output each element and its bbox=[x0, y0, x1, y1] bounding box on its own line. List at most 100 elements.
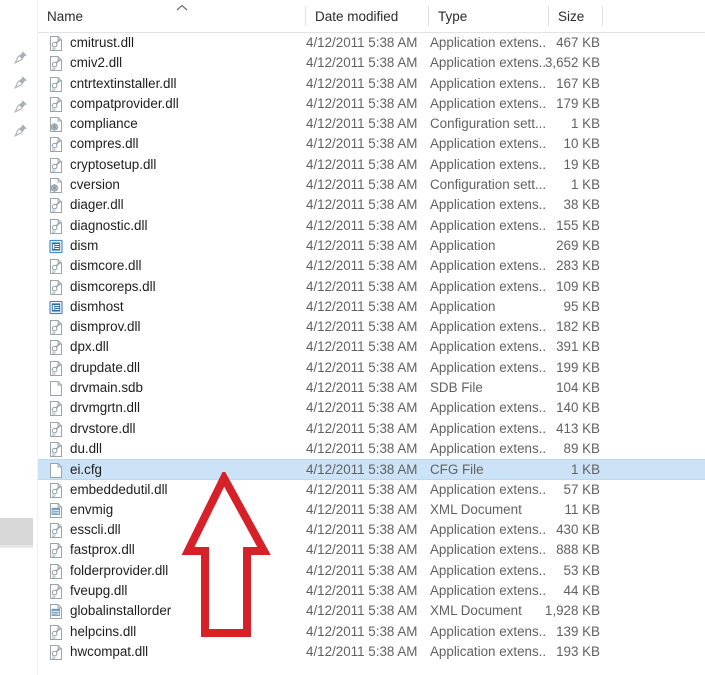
column-header-size[interactable]: Size bbox=[549, 0, 602, 32]
scrollbar-thumb[interactable] bbox=[0, 518, 33, 548]
file-size-cell: 182 KB bbox=[556, 319, 600, 335]
file-name-cell: du.dll bbox=[70, 440, 103, 456]
file-date-modified-cell: 4/12/2011 5:38 AM bbox=[306, 359, 418, 375]
file-row[interactable]: compliance 4/12/2011 5:38 AM Configuration… bbox=[38, 114, 705, 134]
file-row[interactable]: fveupg.dll 4/12/2011 5:38 AM Application e… bbox=[38, 581, 705, 601]
file-row[interactable]: envmig 4/12/2011 5:38 AM XML Document 11 KB bbox=[38, 500, 705, 520]
file-size-cell: 283 KB bbox=[556, 258, 600, 274]
dll-icon bbox=[49, 137, 63, 153]
file-row[interactable]: cversion 4/12/2011 5:38 AM Configuration s… bbox=[38, 175, 705, 195]
column-header-type[interactable]: Type bbox=[429, 0, 548, 32]
file-name-cell: dismcoreps.dll bbox=[70, 278, 156, 294]
file-date-modified-cell: 4/12/2011 5:38 AM bbox=[306, 380, 418, 396]
file-size-cell: 44 KB bbox=[563, 583, 600, 599]
file-row[interactable]: cmitrust.dll 4/12/2011 5:38 AM Application… bbox=[38, 33, 705, 53]
file-size-cell: 38 KB bbox=[563, 197, 600, 213]
file-size-cell: 193 KB bbox=[556, 643, 600, 659]
file-size-cell: 104 KB bbox=[556, 380, 600, 396]
sort-ascending-arrow-icon bbox=[176, 4, 188, 12]
file-name-cell: cntrtextinstaller.dll bbox=[70, 75, 177, 91]
file-row[interactable]: folderprovider.dll 4/12/2011 5:38 AM Appli… bbox=[38, 561, 705, 581]
file-name-cell: dismhost bbox=[70, 298, 124, 314]
column-header-name[interactable]: Name bbox=[38, 0, 305, 32]
pin-icon[interactable] bbox=[14, 50, 28, 64]
file-row[interactable]: dismprov.dll 4/12/2011 5:38 AM Application… bbox=[38, 317, 705, 337]
file-date-modified-cell: 4/12/2011 5:38 AM bbox=[306, 136, 418, 152]
file-size-cell: 19 KB bbox=[563, 156, 600, 172]
column-header-name-label: Name bbox=[47, 9, 84, 24]
file-date-modified-cell: 4/12/2011 5:38 AM bbox=[306, 501, 418, 517]
file-type-cell: Application extens... bbox=[430, 420, 546, 436]
file-row[interactable]: hwcompat.dll 4/12/2011 5:38 AM Application… bbox=[38, 642, 705, 662]
file-date-modified-cell: 4/12/2011 5:38 AM bbox=[306, 462, 418, 478]
file-row[interactable]: drvmain.sdb 4/12/2011 5:38 AM SDB File 104 … bbox=[38, 378, 705, 398]
file-type-cell: Application extens... bbox=[430, 522, 546, 538]
dll-icon bbox=[49, 644, 63, 660]
file-name-cell: diager.dll bbox=[70, 197, 124, 213]
file-row[interactable]: fastprox.dll 4/12/2011 5:38 AM Application… bbox=[38, 540, 705, 560]
file-row[interactable]: du.dll 4/12/2011 5:38 AM Application exten… bbox=[38, 439, 705, 459]
file-size-cell: 1 KB bbox=[570, 462, 600, 478]
file-type-cell: Application extens... bbox=[430, 643, 546, 659]
file-name-cell: dismprov.dll bbox=[70, 319, 141, 335]
file-type-cell: Application extens... bbox=[430, 542, 546, 558]
file-row[interactable]: helpcins.dll 4/12/2011 5:38 AM Application… bbox=[38, 622, 705, 642]
pin-icon[interactable] bbox=[14, 123, 28, 137]
column-divider[interactable] bbox=[602, 6, 603, 26]
file-date-modified-cell: 4/12/2011 5:38 AM bbox=[306, 55, 418, 71]
file-name-cell: embeddedutil.dll bbox=[70, 481, 168, 497]
pin-icon[interactable] bbox=[14, 99, 28, 113]
file-row[interactable]: esscli.dll 4/12/2011 5:38 AM Application e… bbox=[38, 520, 705, 540]
file-row[interactable]: cntrtextinstaller.dll 4/12/2011 5:38 AM Ap… bbox=[38, 74, 705, 94]
file-type-cell: XML Document bbox=[430, 603, 522, 619]
file-size-cell: 269 KB bbox=[556, 237, 600, 253]
file-row[interactable]: drupdate.dll 4/12/2011 5:38 AM Application… bbox=[38, 358, 705, 378]
file-row[interactable]: embeddedutil.dll 4/12/2011 5:38 AM Applica… bbox=[38, 480, 705, 500]
file-type-cell: Application extens... bbox=[430, 217, 546, 233]
dll-icon bbox=[49, 441, 63, 457]
file-list-pane: Name Date modified Type Size cmitrust.dl… bbox=[38, 0, 705, 675]
file-name-cell: cversion bbox=[70, 177, 120, 193]
file-row[interactable]: drvmgrtn.dll 4/12/2011 5:38 AM Application… bbox=[38, 398, 705, 418]
dll-icon bbox=[49, 76, 63, 92]
file-name-cell: drvmgrtn.dll bbox=[70, 400, 140, 416]
file-row-selected[interactable]: ei.cfg 4/12/2011 5:38 AM CFG File 1 KB bbox=[38, 459, 705, 480]
file-type-cell: Application extens... bbox=[430, 623, 546, 639]
file-date-modified-cell: 4/12/2011 5:38 AM bbox=[306, 116, 418, 132]
dll-icon bbox=[49, 543, 63, 559]
file-name-cell: diagnostic.dll bbox=[70, 217, 148, 233]
file-row[interactable]: compres.dll 4/12/2011 5:38 AM Application … bbox=[38, 134, 705, 154]
dll-icon bbox=[49, 56, 63, 72]
file-type-cell: Application extens... bbox=[430, 400, 546, 416]
file-type-cell: Application extens... bbox=[430, 339, 546, 355]
file-row[interactable]: drvstore.dll 4/12/2011 5:38 AM Application… bbox=[38, 419, 705, 439]
file-row[interactable]: diagnostic.dll 4/12/2011 5:38 AM Applicati… bbox=[38, 216, 705, 236]
column-header-date-modified[interactable]: Date modified bbox=[306, 0, 428, 32]
file-row[interactable]: dism 4/12/2011 5:38 AM Application 269 KB bbox=[38, 236, 705, 256]
config-icon bbox=[49, 178, 63, 194]
file-row[interactable]: diager.dll 4/12/2011 5:38 AM Application e… bbox=[38, 195, 705, 215]
file-date-modified-cell: 4/12/2011 5:38 AM bbox=[306, 643, 418, 659]
file-row[interactable]: dismcoreps.dll 4/12/2011 5:38 AM Applicati… bbox=[38, 277, 705, 297]
file-row[interactable]: cmiv2.dll 4/12/2011 5:38 AM Application ex… bbox=[38, 53, 705, 73]
pin-icon[interactable] bbox=[14, 75, 28, 89]
file-row[interactable]: globalinstallorder 4/12/2011 5:38 AM XML D… bbox=[38, 601, 705, 621]
dll-icon bbox=[49, 624, 63, 640]
file-name-cell: ei.cfg bbox=[70, 462, 103, 478]
file-type-cell: Configuration sett... bbox=[430, 116, 546, 132]
dll-icon bbox=[49, 523, 63, 539]
file-row[interactable]: compatprovider.dll 4/12/2011 5:38 AM Appli… bbox=[38, 94, 705, 114]
file-size-cell: 155 KB bbox=[556, 217, 600, 233]
file-row[interactable]: dismhost 4/12/2011 5:38 AM Application 95 K… bbox=[38, 297, 705, 317]
file-row[interactable]: cryptosetup.dll 4/12/2011 5:38 AM Applicat… bbox=[38, 155, 705, 175]
file-type-cell: XML Document bbox=[430, 501, 522, 517]
file-size-cell: 179 KB bbox=[556, 95, 600, 111]
dll-icon bbox=[49, 218, 63, 234]
file-type-cell: Application extens... bbox=[430, 319, 546, 335]
column-header-row: Name Date modified Type Size bbox=[38, 0, 705, 33]
file-row[interactable]: dpx.dll 4/12/2011 5:38 AM Application exte… bbox=[38, 337, 705, 357]
file-date-modified-cell: 4/12/2011 5:38 AM bbox=[306, 583, 418, 599]
file-row[interactable]: dismcore.dll 4/12/2011 5:38 AM Application… bbox=[38, 256, 705, 276]
dll-icon bbox=[49, 96, 63, 112]
blank-icon bbox=[49, 463, 63, 479]
